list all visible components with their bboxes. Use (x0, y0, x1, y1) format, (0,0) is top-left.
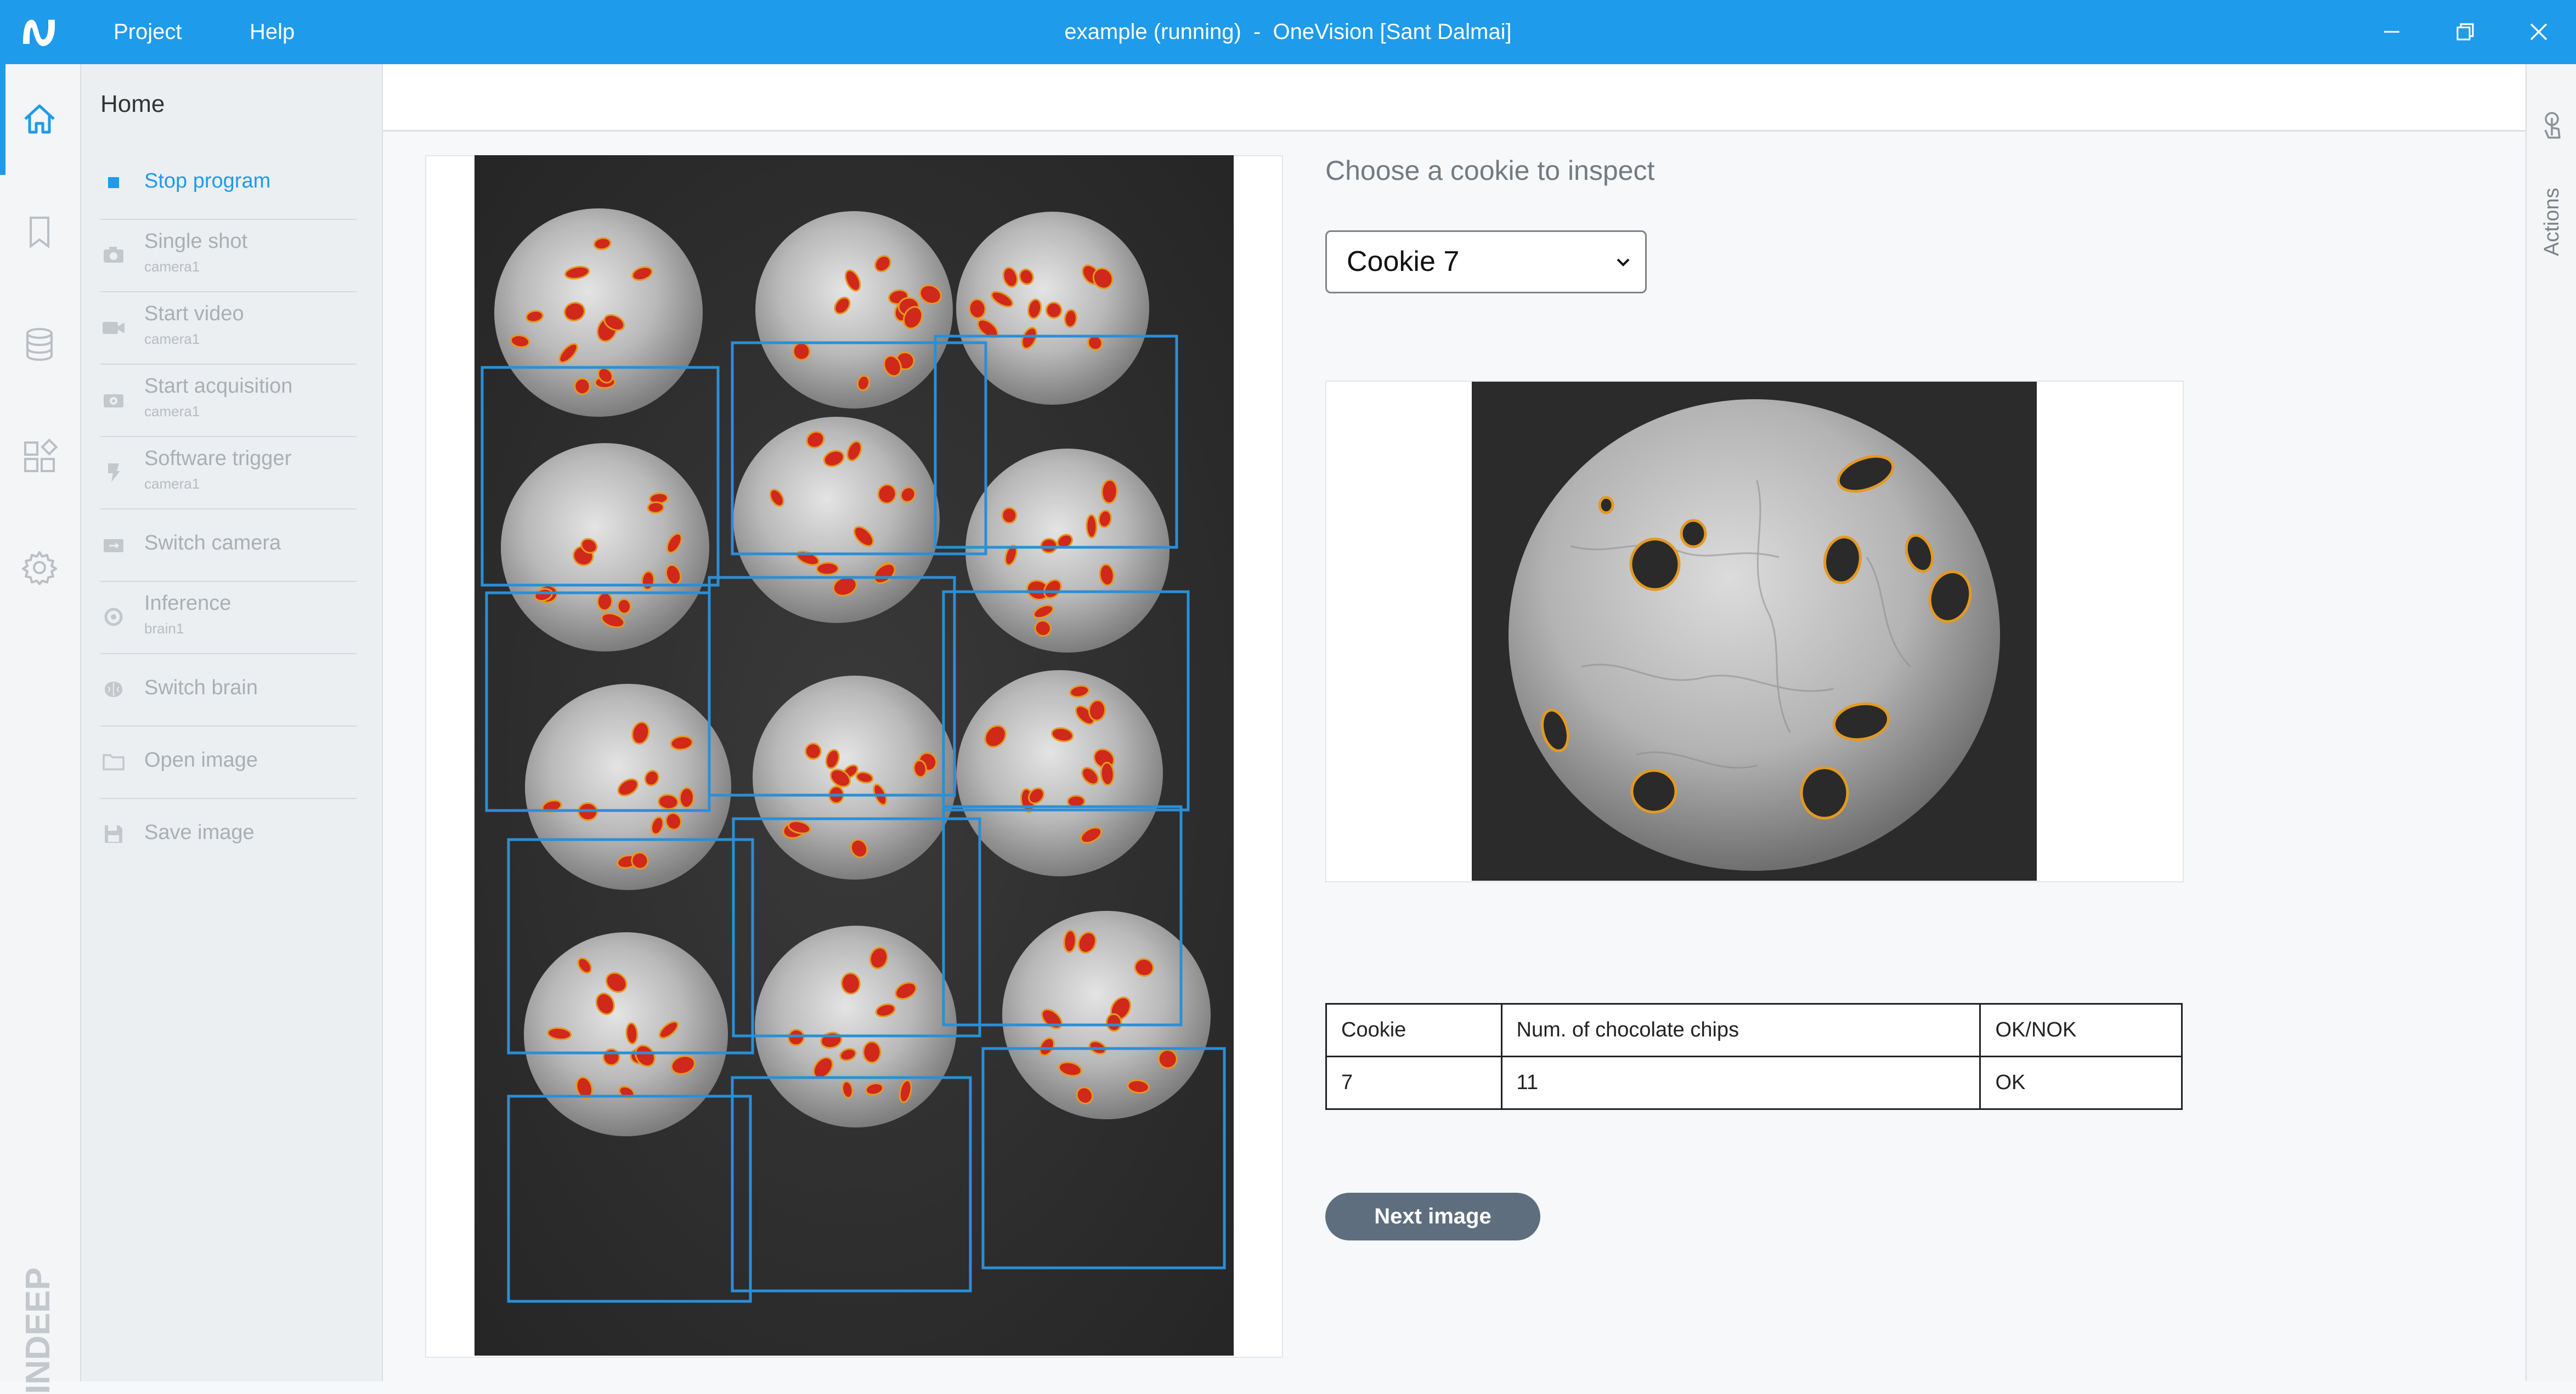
bookmark-icon[interactable] (20, 212, 59, 252)
window-title: example (running) - OneVision [Sant Dalm… (1064, 20, 1512, 44)
status-cell: OK (1979, 1056, 2183, 1110)
action-label: Software trigger (144, 447, 292, 470)
stop-icon (100, 169, 127, 196)
chip-highlight (596, 592, 613, 611)
action-label: Start acquisition (144, 375, 293, 398)
right-rail: Actions (2526, 64, 2576, 1381)
chip-highlight (1086, 514, 1098, 539)
touch-icon (2544, 112, 2561, 139)
stop-program-button[interactable]: Stop program (100, 146, 357, 220)
save-image-button[interactable]: Save image (100, 798, 357, 870)
chip-highlight (1040, 538, 1058, 554)
rail-active-indicator (0, 64, 5, 175)
switch-brain-button[interactable]: Switch brain (100, 653, 357, 727)
action-sublabel: camera1 (144, 403, 200, 420)
start-acquisition-button[interactable]: Start acquisition camera1 (100, 364, 357, 437)
chip-highlight (1105, 1013, 1122, 1032)
action-label: Switch brain (144, 676, 258, 699)
onevision-logo (23, 20, 55, 46)
chip-highlight (1001, 507, 1018, 524)
chip-highlight (679, 787, 694, 809)
action-sublabel: camera1 (144, 331, 200, 347)
trigger-icon (100, 459, 127, 485)
restore-icon[interactable] (2449, 15, 2482, 48)
column-header: OK/NOK (1979, 1003, 2183, 1057)
main-toolbar (383, 64, 2526, 132)
start-video-button[interactable]: Start video camera1 (100, 291, 357, 365)
cookie-tray-image[interactable] (474, 155, 1234, 1356)
menu-help[interactable]: Help (250, 0, 295, 64)
action-label: Open image (144, 749, 258, 772)
action-label: Single shot (144, 230, 248, 253)
svg-text:INDEEP: INDEEP (21, 1267, 57, 1394)
chip-highlight (862, 1041, 882, 1064)
home-icon[interactable] (20, 99, 59, 139)
results-table: Cookie Num. of chocolate chips OK/NOK 7 … (1325, 1003, 2183, 1110)
table-row: 7 11 OK (1325, 1056, 2183, 1110)
chevron-down-icon (1617, 258, 1630, 267)
action-sublabel: brain1 (144, 620, 184, 637)
icon-rail: INDEEP (0, 64, 81, 1394)
table-header-row: Cookie Num. of chocolate chips OK/NOK (1325, 1003, 2183, 1057)
inference-icon (100, 604, 127, 630)
chip-outline (1680, 519, 1707, 548)
save-icon (100, 821, 127, 847)
column-header: Cookie (1325, 1003, 1502, 1057)
action-label: Stop program (144, 169, 271, 192)
cookie-select[interactable]: Cookie 7 (1325, 230, 1647, 293)
cookie (755, 211, 953, 409)
video-icon (100, 314, 127, 341)
column-header: Num. of chocolate chips (1500, 1003, 1981, 1057)
chip-highlight (647, 501, 665, 514)
action-sublabel: camera1 (144, 475, 200, 492)
cookie-select-value: Cookie 7 (1347, 246, 1460, 277)
single-shot-button[interactable]: Single shot camera1 (100, 219, 357, 292)
chip-count-cell: 11 (1500, 1056, 1981, 1110)
chip-highlight (574, 377, 591, 395)
cookie (1002, 911, 1211, 1119)
choose-cookie-label: Choose a cookie to inspect (1325, 155, 1655, 186)
close-icon[interactable] (2522, 15, 2555, 48)
action-label: Save image (144, 821, 255, 844)
folder-icon (100, 749, 127, 775)
switch-camera-icon (100, 531, 127, 558)
software-trigger-button[interactable]: Software trigger camera1 (100, 436, 357, 509)
next-image-button[interactable]: Next image (1325, 1193, 1540, 1240)
brain-icon (100, 676, 127, 702)
cookie-detail-image[interactable] (1472, 382, 2037, 881)
acquisition-icon (100, 387, 127, 413)
action-label: Switch camera (144, 531, 281, 554)
action-label: Inference (144, 592, 231, 615)
actions-tab[interactable]: Actions (2527, 97, 2576, 294)
open-image-button[interactable]: Open image (100, 726, 357, 799)
database-icon[interactable] (20, 325, 59, 364)
cookie (965, 449, 1170, 653)
chip-highlight (1101, 479, 1118, 504)
actions-tab-label: Actions (2540, 188, 2563, 256)
chip-outline (1629, 537, 1681, 591)
camera-icon (100, 242, 127, 268)
inference-button[interactable]: Inference brain1 (100, 581, 357, 654)
switch-camera-button[interactable]: Switch camera (100, 508, 357, 582)
chip-highlight (1100, 762, 1115, 786)
action-sublabel: camera1 (144, 258, 200, 275)
chip-outline (1598, 496, 1614, 514)
settings-icon[interactable] (20, 548, 59, 587)
cookie-cell: 7 (1325, 1056, 1502, 1110)
chip-highlight (816, 562, 839, 576)
action-label: Start video (144, 302, 244, 325)
title-bar: Project Help example (running) - OneVisi… (0, 0, 2576, 64)
apps-icon[interactable] (20, 437, 59, 477)
minimize-icon[interactable] (2375, 15, 2408, 48)
cookie (957, 670, 1163, 876)
indeep-logo: INDEEP (21, 1267, 57, 1394)
chip-outline (1630, 769, 1677, 814)
menu-project[interactable]: Project (114, 0, 182, 64)
panel-title: Home (100, 90, 165, 117)
cookie (755, 926, 957, 1127)
chip-outline (1800, 766, 1849, 820)
